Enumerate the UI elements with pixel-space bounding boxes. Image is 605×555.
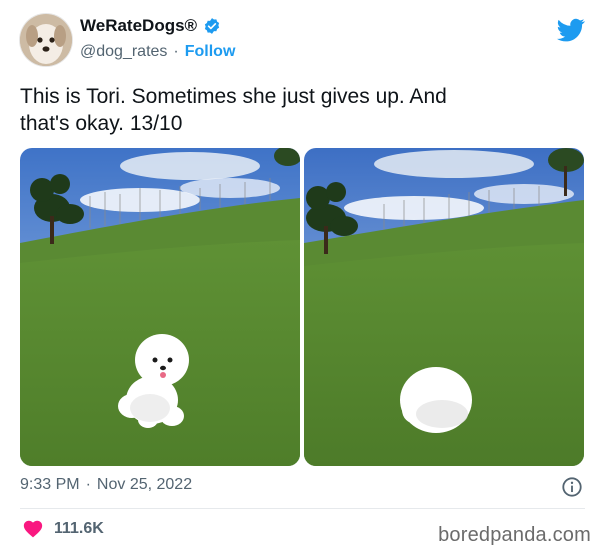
like-count: 111.6K: [54, 520, 104, 537]
divider: [20, 508, 585, 509]
info-icon[interactable]: [561, 476, 583, 498]
tweet-date: Nov 25, 2022: [96, 476, 193, 493]
heart-icon: [22, 518, 44, 540]
tweet-media: [20, 148, 585, 466]
author-display-name[interactable]: WeRateDogs®: [80, 16, 197, 36]
tweet-time: 9:33 PM: [20, 476, 80, 493]
handle-separator: ·: [173, 43, 179, 60]
photo-dog-lying[interactable]: [304, 148, 584, 466]
watermark: boredpanda.com: [438, 524, 591, 546]
author-handle[interactable]: @dog_rates: [80, 43, 167, 61]
author-handle-row: @dog_rates · Follow: [80, 43, 235, 61]
tweet-timestamp[interactable]: 9:33 PM · Nov 25, 2022: [20, 476, 192, 494]
verified-badge-icon: [203, 17, 221, 35]
photo-dog-sitting[interactable]: [20, 148, 300, 466]
author-name-row: WeRateDogs®: [80, 16, 221, 36]
follow-button[interactable]: Follow: [185, 43, 236, 61]
twitter-bird-icon[interactable]: [557, 16, 585, 44]
timestamp-separator: ·: [85, 476, 91, 493]
like-button[interactable]: 111.6K: [22, 518, 104, 540]
tweet-card: WeRateDogs® @dog_rates · Follow This is …: [0, 0, 605, 555]
avatar[interactable]: [20, 14, 72, 66]
tweet-text: This is Tori. Sometimes she just gives u…: [20, 85, 447, 135]
